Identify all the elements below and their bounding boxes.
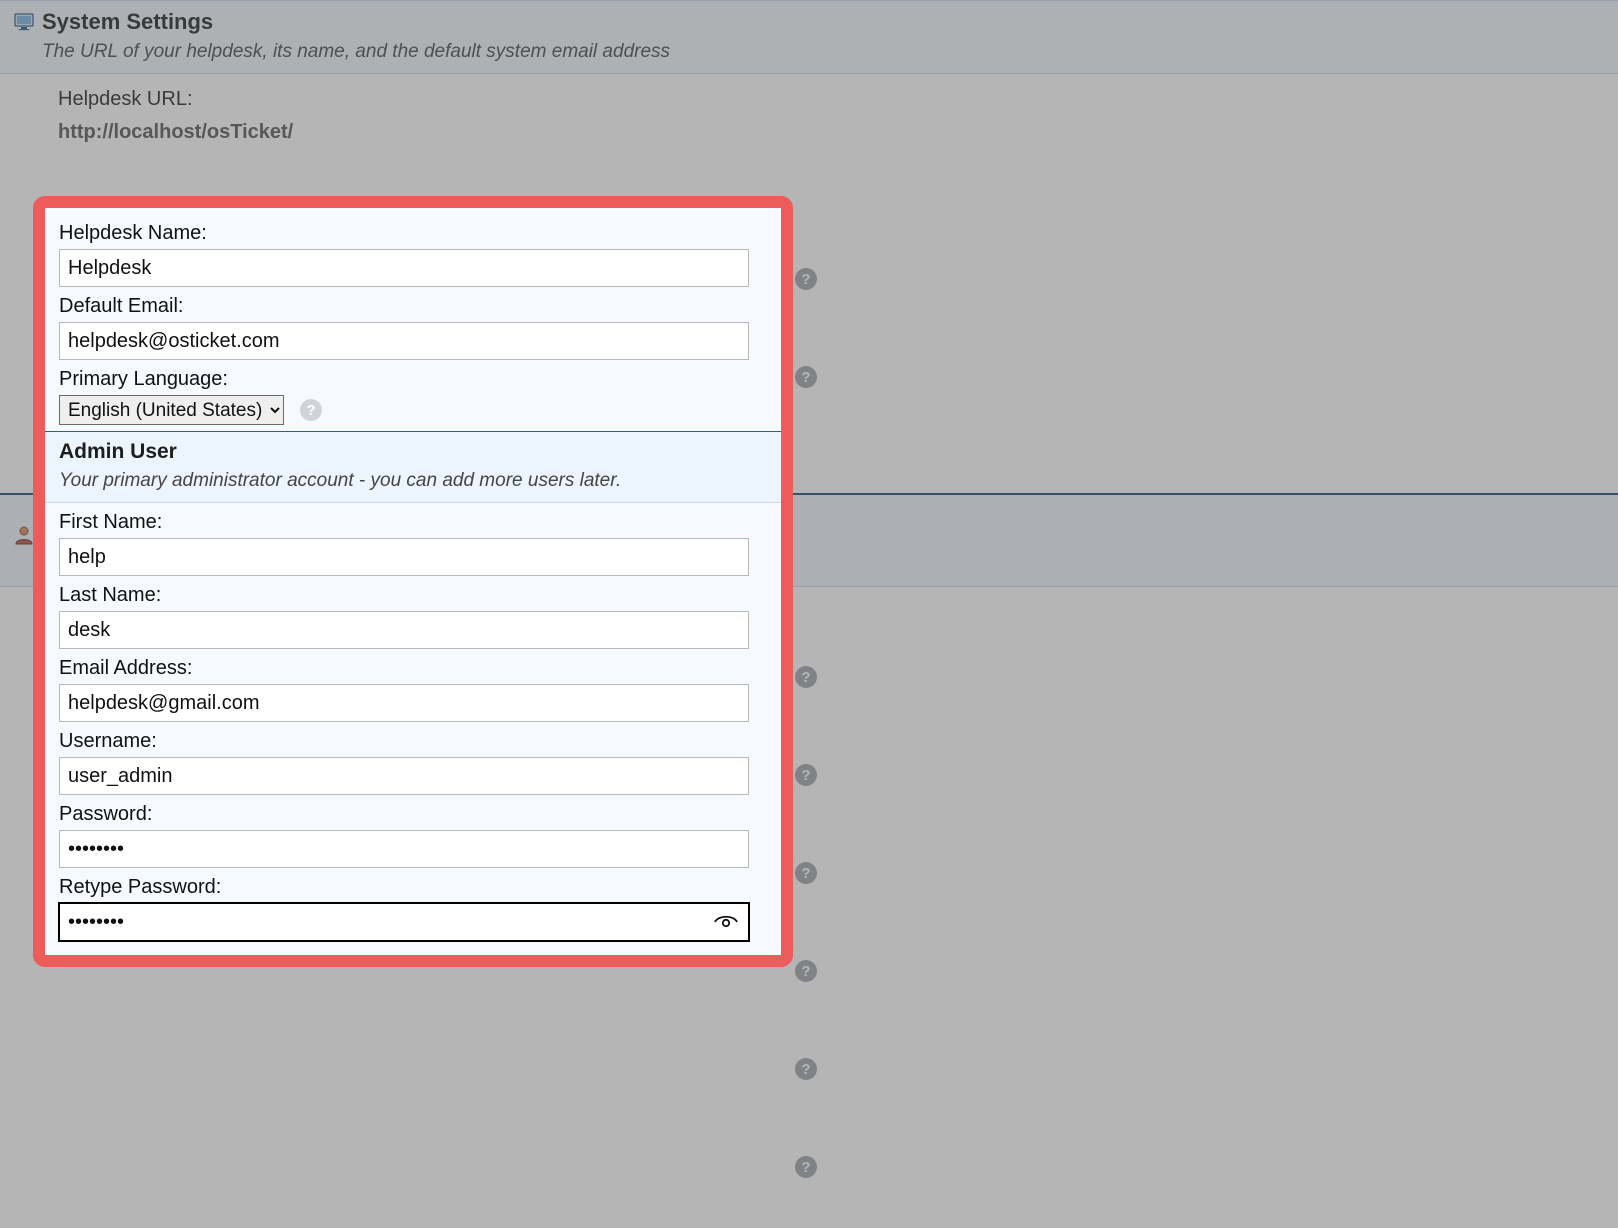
help-icon[interactable]: ? [795, 1156, 817, 1178]
last-name-input[interactable] [59, 611, 749, 649]
retype-password-label: Retype Password: [59, 876, 767, 899]
highlight-panel: Helpdesk Name: Default Email: Primary La… [33, 196, 793, 967]
helpdesk-url-value: http://localhost/osTicket/ [58, 121, 1604, 144]
system-settings-subtitle: The URL of your helpdesk, its name, and … [42, 41, 1604, 63]
eye-icon[interactable] [713, 912, 739, 932]
admin-user-header: Admin User Your primary administrator ac… [45, 431, 781, 503]
system-settings-header: System Settings The URL of your helpdesk… [0, 0, 1618, 74]
helpdesk-name-input[interactable] [59, 249, 749, 287]
help-icon[interactable]: ? [795, 366, 817, 388]
password-input[interactable] [59, 830, 749, 868]
email-address-label: Email Address: [59, 657, 767, 680]
default-email-input[interactable] [59, 322, 749, 360]
helpdesk-name-label: Helpdesk Name: [59, 222, 767, 245]
help-icon[interactable]: ? [795, 764, 817, 786]
primary-language-label: Primary Language: [59, 368, 767, 391]
help-icon[interactable]: ? [795, 666, 817, 688]
retype-password-input[interactable] [59, 903, 749, 941]
monitor-icon [14, 12, 34, 32]
first-name-label: First Name: [59, 511, 767, 534]
last-name-label: Last Name: [59, 584, 767, 607]
help-icon[interactable]: ? [300, 399, 322, 421]
default-email-label: Default Email: [59, 295, 767, 318]
username-label: Username: [59, 730, 767, 753]
help-icon[interactable]: ? [795, 1058, 817, 1080]
admin-user-subtitle: Your primary administrator account - you… [59, 470, 767, 492]
primary-language-select[interactable]: English (United States) [59, 395, 284, 425]
email-address-input[interactable] [59, 684, 749, 722]
helpdesk-url-label: Helpdesk URL: [58, 88, 1604, 111]
password-label: Password: [59, 803, 767, 826]
helpdesk-url-block: Helpdesk URL: http://localhost/osTicket/ [0, 74, 1618, 158]
user-icon [14, 525, 34, 550]
system-settings-title: System Settings [42, 9, 213, 35]
username-input[interactable] [59, 757, 749, 795]
first-name-input[interactable] [59, 538, 749, 576]
help-icon[interactable]: ? [795, 268, 817, 290]
admin-user-title: Admin User [59, 440, 767, 464]
help-icon[interactable]: ? [795, 960, 817, 982]
help-icon[interactable]: ? [795, 862, 817, 884]
